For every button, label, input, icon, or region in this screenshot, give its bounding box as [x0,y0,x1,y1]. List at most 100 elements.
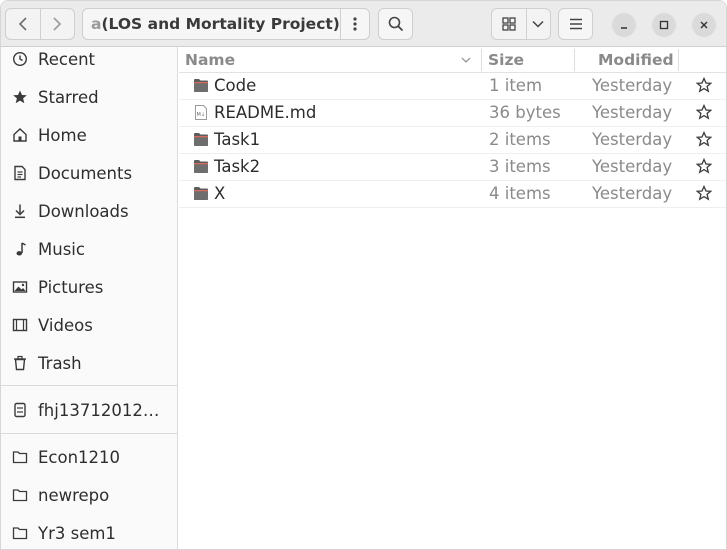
sidebar-item-label: Videos [38,315,93,335]
sidebar-item-label: newrepo [38,485,110,505]
file-row-task2[interactable]: Task2 3 items Yesterday [179,154,726,181]
star-toggle[interactable] [694,102,714,122]
sidebar-item-econ1210[interactable]: Econ1210 [1,439,178,475]
sidebar-item-videos[interactable]: Videos [1,307,178,343]
grid-view-button[interactable] [492,9,526,39]
sidebar-divider [1,385,178,386]
sidebar-item-pictures[interactable]: Pictures [1,269,178,305]
sidebar-item-label: Documents [38,163,133,183]
document-icon [11,164,29,182]
file-name: Task2 [214,157,261,176]
file-name: Task1 [214,130,261,149]
column-modified-label: Modified [598,51,674,69]
sidebar-item-home[interactable]: Home [1,117,178,153]
clock-icon [11,50,29,68]
star-outline-icon [696,158,712,174]
sort-descending-icon [461,57,471,63]
file-modified: Yesterday [592,157,673,176]
svg-text:M↓: M↓ [197,112,206,118]
sidebar-item-label: fhj13712012… [38,400,160,420]
sidebar-item-downloads[interactable]: Downloads [1,193,178,229]
sidebar-item-label: Music [38,239,85,259]
star-toggle[interactable] [694,156,714,176]
search-button[interactable] [378,8,413,40]
sidebar: Recent Starred Home Documents Downloads [1,47,178,549]
file-size: 2 items [489,130,551,149]
sidebar-item-label: Yr3 sem1 [38,523,116,543]
path-bar: a (LOS and Mortality Project) [82,8,370,40]
column-name-label: Name [185,51,236,69]
forward-button[interactable] [39,9,74,39]
path-label: (LOS and Mortality Project) [101,15,340,33]
column-header-name[interactable]: Name [179,47,481,73]
home-icon [11,126,29,144]
folder-icon [11,524,29,542]
close-button[interactable] [692,13,716,37]
folder-menu-button[interactable] [339,9,369,39]
file-modified: Yesterday [592,76,673,95]
current-folder-crumb[interactable]: a (LOS and Mortality Project) [83,9,340,39]
file-row-task1[interactable]: Task1 2 items Yesterday [179,127,726,154]
column-header-size[interactable]: Size [482,47,574,73]
file-modified: Yesterday [592,184,673,203]
network-drive-icon [11,401,29,419]
sidebar-item-starred[interactable]: Starred [1,79,178,115]
sidebar-divider [1,433,178,434]
star-toggle[interactable] [694,183,714,203]
sidebar-item-documents[interactable]: Documents [1,155,178,191]
path-fade-text: a [91,15,102,33]
folder-icon [194,133,208,146]
picture-icon [11,278,29,296]
markdown-file-icon: M↓ [195,105,207,120]
main-menu-button[interactable] [558,8,593,40]
chevron-right-icon [53,17,62,31]
search-icon [388,16,403,32]
star-outline-icon [696,104,712,120]
file-name: X [214,184,226,203]
file-size: 36 bytes [489,103,561,122]
folder-icon [194,79,208,92]
file-list-view: Name Size Modified Code 1 item Yesterday… [179,47,726,549]
sidebar-item-label: Home [38,125,87,145]
sidebar-item-network-drive[interactable]: fhj13712012… [1,392,178,428]
star-toggle[interactable] [694,75,714,95]
file-name: Code [214,76,257,95]
chevron-down-icon [532,20,544,28]
view-toggle-group [491,8,551,40]
view-options-button[interactable] [525,9,550,39]
sidebar-item-label: Downloads [38,201,129,221]
download-icon [11,202,29,220]
file-name: README.md [214,103,317,122]
music-icon [11,240,29,258]
minimize-button[interactable] [612,13,636,37]
sidebar-item-recent[interactable]: Recent [1,41,178,77]
minimize-icon [621,27,627,29]
maximize-icon [659,20,669,30]
close-icon [700,21,708,29]
star-toggle[interactable] [694,129,714,149]
column-separator [678,49,679,71]
sidebar-item-yr3-sem1[interactable]: Yr3 sem1 [1,515,178,549]
file-row-x[interactable]: X 4 items Yesterday [179,181,726,208]
sidebar-item-label: Pictures [38,277,104,297]
file-row-code[interactable]: Code 1 item Yesterday [179,73,726,100]
column-separator [574,49,575,71]
star-outline-icon [696,77,712,93]
grid-icon [502,17,516,31]
file-modified: Yesterday [592,130,673,149]
file-size: 1 item [489,76,543,95]
folder-icon [11,448,29,466]
column-header-modified[interactable]: Modified [592,47,682,73]
file-row-readme[interactable]: M↓ README.md 36 bytes Yesterday [179,100,726,127]
navigation-group [5,8,75,40]
sidebar-item-music[interactable]: Music [1,231,178,267]
column-size-label: Size [488,51,525,69]
vertical-ellipsis-icon [353,17,357,31]
star-outline-icon [696,185,712,201]
sidebar-item-trash[interactable]: Trash [1,345,178,381]
back-button[interactable] [6,9,40,39]
sidebar-item-newrepo[interactable]: newrepo [1,477,178,513]
sidebar-item-label: Recent [38,49,96,69]
star-outline-icon [696,131,712,147]
maximize-button[interactable] [652,13,676,37]
